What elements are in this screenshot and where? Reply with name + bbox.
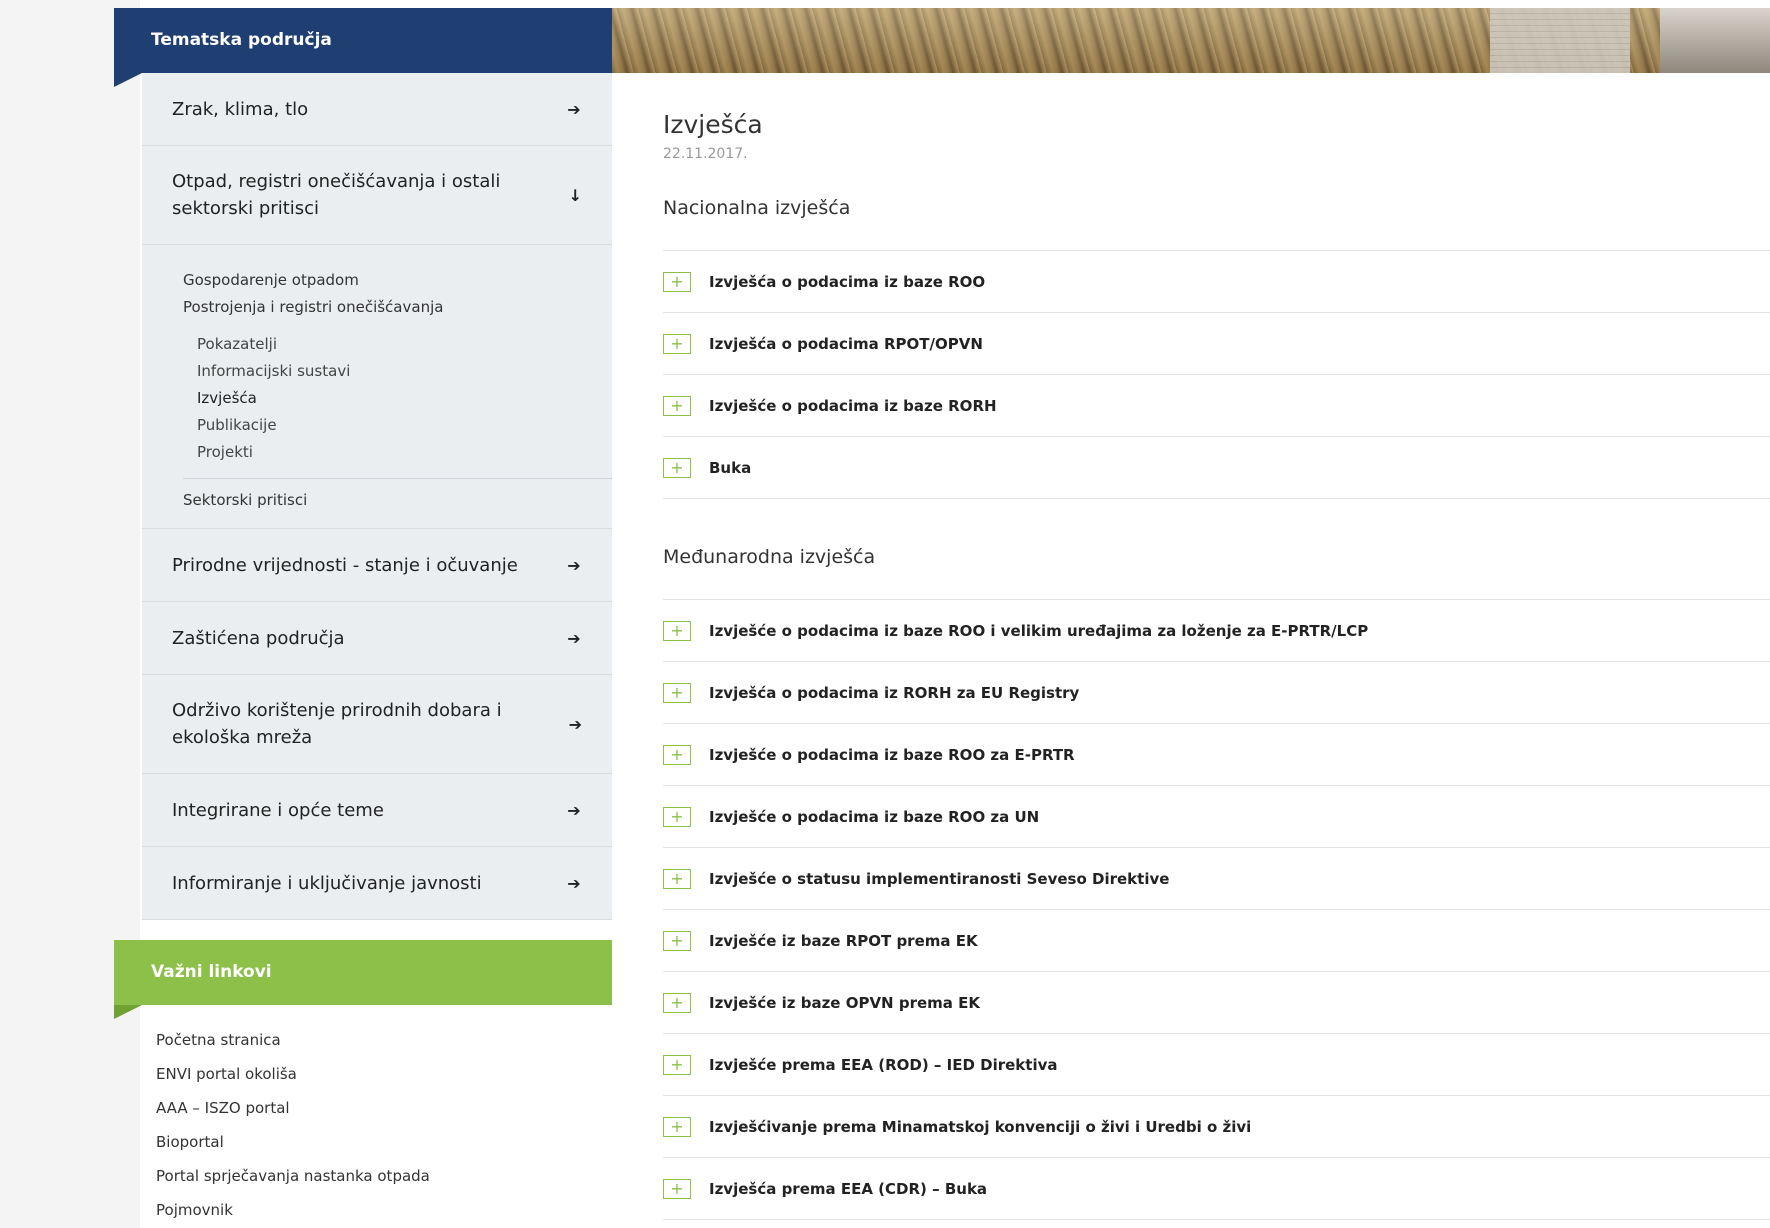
topics-menu: Zrak, klima, tlo ➔ Otpad, registri oneči… — [142, 73, 612, 920]
accordion-row[interactable]: + Izvješća prema EEA (CDR) – Buka — [663, 1158, 1770, 1220]
link-pojmovnik[interactable]: Pojmovnik — [142, 1193, 612, 1227]
accordion-row[interactable]: + Izvješćivanje prema Minamatskoj konvenc… — [663, 1096, 1770, 1158]
submenu-item-informacijski-sustavi[interactable]: Informacijski sustavi — [142, 358, 612, 385]
national-reports-list: + Izvješća o podacima iz baze ROO + Izvješć… — [663, 250, 1770, 499]
link-bioportal[interactable]: Bioportal — [142, 1125, 612, 1159]
menu-item-label: Informiranje i uključivanje javnosti — [172, 872, 482, 894]
arrow-right-icon: ➔ — [567, 628, 581, 648]
accordion-row-label: Izvješće iz baze RPOT prema EK — [709, 931, 978, 950]
plus-icon[interactable]: + — [663, 271, 691, 292]
section-title-international: Međunarodna izvješća — [663, 546, 876, 568]
accordion-row[interactable]: + Izvješće o podacima iz baze ROO i velik… — [663, 600, 1770, 662]
important-links-list: Početna stranica ENVI portal okoliša AAA… — [142, 1005, 612, 1227]
main-content: Izvješća 22.11.2017. Nacionalna izvješća… — [663, 110, 1770, 1220]
menu-item-label: Održivo korištenje prirodnih dobara i ek… — [172, 700, 502, 748]
plus-icon[interactable]: + — [663, 806, 691, 827]
plus-icon[interactable]: + — [663, 457, 691, 478]
accordion-row[interactable]: + Buka — [663, 437, 1770, 499]
accordion-row-label: Izvješće o statusu implementiranosti Sev… — [709, 869, 1170, 888]
menu-item-label: Zrak, klima, tlo — [172, 98, 309, 120]
accordion-row-label: Izvješće o podacima iz baze ROO za E-PRT… — [709, 745, 1075, 764]
menu-item-label: Prirodne vrijednosti - stanje i očuvanje — [172, 554, 518, 576]
accordion-row[interactable]: + Izvješće o statusu implementiranosti Se… — [663, 848, 1770, 910]
menu-item-prirodne-vrijednosti[interactable]: Prirodne vrijednosti - stanje i očuvanje… — [142, 529, 612, 602]
accordion-row-label: Izvješćivanje prema Minamatskoj konvenci… — [709, 1117, 1252, 1136]
accordion-row[interactable]: + Izvješće o podacima iz baze ROO za E-PR… — [663, 724, 1770, 786]
plus-icon[interactable]: + — [663, 395, 691, 416]
submenu-item-gospodarenje[interactable]: Gospodarenje otpadom — [142, 267, 612, 294]
menu-item-odrzivo-koristenje[interactable]: Održivo korištenje prirodnih dobara i ek… — [142, 675, 612, 774]
accordion-row-label: Izvješće o podacima iz baze ROO i veliki… — [709, 621, 1369, 640]
accordion-row[interactable]: + Izvješća o podacima RPOT/OPVN — [663, 313, 1770, 375]
submenu-item-projekti[interactable]: Projekti — [142, 439, 612, 466]
menu-item-label: Integrirane i opće teme — [172, 799, 384, 821]
plus-icon[interactable]: + — [663, 1054, 691, 1075]
page-title: Izvješća — [663, 110, 763, 139]
accordion-row-label: Buka — [709, 458, 752, 477]
arrow-right-icon: ➔ — [568, 714, 582, 734]
link-pocetna-stranica[interactable]: Početna stranica — [142, 1023, 612, 1057]
plus-icon[interactable]: + — [663, 992, 691, 1013]
page-date: 22.11.2017. — [663, 146, 748, 162]
accordion-row-label: Izvješće o podacima iz baze RORH — [709, 396, 997, 415]
accordion-row-label: Izvješća o podacima iz baze ROO — [709, 272, 986, 291]
plus-icon[interactable]: + — [663, 744, 691, 765]
header-corner-fold — [114, 1005, 142, 1019]
accordion-row-label: Izvješće o podacima iz baze ROO za UN — [709, 807, 1040, 826]
arrow-right-icon: ➔ — [567, 800, 581, 820]
accordion-row[interactable]: + Izvješće iz baze RPOT prema EK — [663, 910, 1770, 972]
accordion-row[interactable]: + Izvješće iz baze OPVN prema EK — [663, 972, 1770, 1034]
menu-item-otpad[interactable]: Otpad, registri onečišćavanja i ostali s… — [142, 146, 612, 245]
sidebar: Tematska područja Zrak, klima, tlo ➔ Otp… — [114, 8, 612, 1227]
submenu-item-publikacije[interactable]: Publikacije — [142, 412, 612, 439]
submenu-item-izvjesca-active[interactable]: Izvješća — [142, 385, 612, 412]
menu-item-label: Otpad, registri onečišćavanja i ostali s… — [172, 171, 501, 219]
accordion-row-label: Izvješća o podacima RPOT/OPVN — [709, 334, 983, 353]
accordion-row-label: Izvješće iz baze OPVN prema EK — [709, 993, 980, 1012]
otpad-submenu: Gospodarenje otpadom Postrojenja i regis… — [142, 245, 612, 529]
international-reports-list: + Izvješće o podacima iz baze ROO i velik… — [663, 599, 1770, 1220]
plus-icon[interactable]: + — [663, 868, 691, 889]
links-header-title: Važni linkovi — [151, 962, 272, 982]
menu-item-integrirane-teme[interactable]: Integrirane i opće teme ➔ — [142, 774, 612, 847]
links-header: Važni linkovi — [114, 940, 612, 1019]
section-title-national: Nacionalna izvješća — [663, 197, 851, 219]
plus-icon[interactable]: + — [663, 1116, 691, 1137]
menu-item-informiranje[interactable]: Informiranje i uključivanje javnosti ➔ — [142, 847, 612, 920]
submenu-item-sektorski-pritisci[interactable]: Sektorski pritisci — [142, 487, 612, 514]
menu-item-zasticena-podrucja[interactable]: Zaštićena područja ➔ — [142, 602, 612, 675]
accordion-row[interactable]: + Izvješće prema EEA (ROD) – IED Direktiv… — [663, 1034, 1770, 1096]
submenu-item-postrojenja[interactable]: Postrojenja i registri onečišćavanja — [142, 294, 612, 321]
topics-header-title: Tematska područja — [151, 30, 332, 50]
plus-icon[interactable]: + — [663, 1178, 691, 1199]
arrow-right-icon: ➔ — [567, 99, 581, 119]
link-envi-portal[interactable]: ENVI portal okoliša — [142, 1057, 612, 1091]
plus-icon[interactable]: + — [663, 682, 691, 703]
submenu-level2: Pokazatelji Informacijski sustavi Izvješ… — [142, 321, 612, 478]
accordion-row[interactable]: + Izvješća o podacima iz baze ROO — [663, 251, 1770, 313]
arrow-down-icon: ↓ — [568, 185, 582, 205]
accordion-row-label: Izvješće prema EEA (ROD) – IED Direktiva — [709, 1055, 1058, 1074]
accordion-row-label: Izvješća prema EEA (CDR) – Buka — [709, 1179, 988, 1198]
link-portal-sprjecavanja-otpada[interactable]: Portal sprječavanja nastanka otpada — [142, 1159, 612, 1193]
plus-icon[interactable]: + — [663, 930, 691, 951]
accordion-row-label: Izvješća o podacima iz RORH za EU Regist… — [709, 683, 1080, 702]
menu-item-zrak[interactable]: Zrak, klima, tlo ➔ — [142, 73, 612, 146]
submenu-item-pokazatelji[interactable]: Pokazatelji — [142, 331, 612, 358]
accordion-row[interactable]: + Izvješće o podacima iz baze ROO za UN — [663, 786, 1770, 848]
menu-item-label: Zaštićena područja — [172, 627, 345, 649]
submenu-divider — [183, 478, 612, 479]
header-corner-fold — [114, 73, 142, 87]
accordion-row[interactable]: + Izvješća o podacima iz RORH za EU Regis… — [663, 662, 1770, 724]
plus-icon[interactable]: + — [663, 620, 691, 641]
link-aaa-iszo-portal[interactable]: AAA – ISZO portal — [142, 1091, 612, 1125]
arrow-right-icon: ➔ — [567, 873, 581, 893]
accordion-row[interactable]: + Izvješće o podacima iz baze RORH — [663, 375, 1770, 437]
arrow-right-icon: ➔ — [567, 555, 581, 575]
plus-icon[interactable]: + — [663, 333, 691, 354]
header-banner-image — [612, 8, 1770, 73]
topics-header: Tematska područja — [114, 8, 612, 87]
